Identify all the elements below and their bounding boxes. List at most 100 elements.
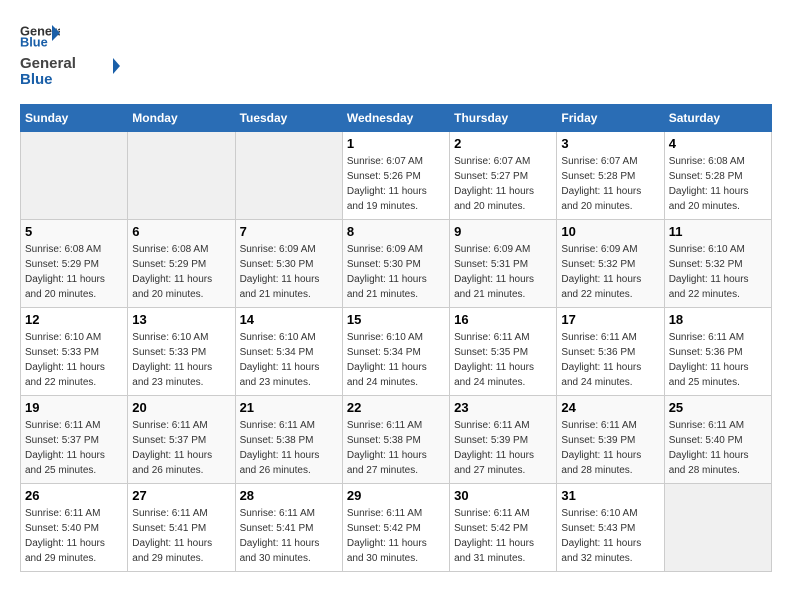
day-info: Sunrise: 6:11 AM Sunset: 5:41 PM Dayligh… <box>240 506 338 566</box>
day-number: 8 <box>347 224 445 239</box>
day-cell: 30 Sunrise: 6:11 AM Sunset: 5:42 PM Dayli… <box>450 484 557 572</box>
day-cell <box>21 132 128 220</box>
day-info: Sunrise: 6:11 AM Sunset: 5:35 PM Dayligh… <box>454 330 552 390</box>
day-info: Sunrise: 6:10 AM Sunset: 5:34 PM Dayligh… <box>240 330 338 390</box>
day-number: 12 <box>25 312 123 327</box>
day-info: Sunrise: 6:11 AM Sunset: 5:40 PM Dayligh… <box>669 418 767 478</box>
day-cell: 5Sunrise: 6:08 AM Sunset: 5:29 PM Daylig… <box>21 220 128 308</box>
logo-icon: General Blue <box>20 20 60 50</box>
day-info: Sunrise: 6:11 AM Sunset: 5:39 PM Dayligh… <box>561 418 659 478</box>
day-cell: 14 Sunrise: 6:10 AM Sunset: 5:34 PM Dayli… <box>235 308 342 396</box>
day-number: 30 <box>454 488 552 503</box>
day-number: 20 <box>132 400 230 415</box>
day-number: 27 <box>132 488 230 503</box>
week-row-3: 12 Sunrise: 6:10 AM Sunset: 5:33 PM Dayli… <box>21 308 772 396</box>
day-number: 10 <box>561 224 659 239</box>
day-info: Sunrise: 6:11 AM Sunset: 5:42 PM Dayligh… <box>347 506 445 566</box>
day-cell: 2 Sunrise: 6:07 AM Sunset: 5:27 PM Daylig… <box>450 132 557 220</box>
day-info: Sunrise: 6:07 AM Sunset: 5:27 PM Dayligh… <box>454 154 552 214</box>
day-cell: 11Sunrise: 6:10 AM Sunset: 5:32 PM Dayli… <box>664 220 771 308</box>
header-sunday: Sunday <box>21 105 128 132</box>
day-cell: 12 Sunrise: 6:10 AM Sunset: 5:33 PM Dayli… <box>21 308 128 396</box>
day-cell: 31Sunrise: 6:10 AM Sunset: 5:43 PM Dayli… <box>557 484 664 572</box>
day-info: Sunrise: 6:11 AM Sunset: 5:40 PM Dayligh… <box>25 506 123 566</box>
day-number: 29 <box>347 488 445 503</box>
day-info: Sunrise: 6:09 AM Sunset: 5:31 PM Dayligh… <box>454 242 552 302</box>
day-number: 11 <box>669 224 767 239</box>
day-cell: 26 Sunrise: 6:11 AM Sunset: 5:40 PM Dayli… <box>21 484 128 572</box>
day-number: 15 <box>347 312 445 327</box>
day-number: 26 <box>25 488 123 503</box>
day-cell: 16Sunrise: 6:11 AM Sunset: 5:35 PM Dayli… <box>450 308 557 396</box>
day-cell: 20 Sunrise: 6:11 AM Sunset: 5:37 PM Dayli… <box>128 396 235 484</box>
day-cell: 4 Sunrise: 6:08 AM Sunset: 5:28 PM Daylig… <box>664 132 771 220</box>
day-info: Sunrise: 6:09 AM Sunset: 5:32 PM Dayligh… <box>561 242 659 302</box>
day-cell: 23 Sunrise: 6:11 AM Sunset: 5:39 PM Dayli… <box>450 396 557 484</box>
day-number: 21 <box>240 400 338 415</box>
day-number: 28 <box>240 488 338 503</box>
day-number: 9 <box>454 224 552 239</box>
day-info: Sunrise: 6:11 AM Sunset: 5:36 PM Dayligh… <box>561 330 659 390</box>
day-info: Sunrise: 6:10 AM Sunset: 5:33 PM Dayligh… <box>25 330 123 390</box>
day-cell: 6Sunrise: 6:08 AM Sunset: 5:29 PM Daylig… <box>128 220 235 308</box>
day-number: 24 <box>561 400 659 415</box>
week-row-5: 26 Sunrise: 6:11 AM Sunset: 5:40 PM Dayli… <box>21 484 772 572</box>
header-monday: Monday <box>128 105 235 132</box>
day-info: Sunrise: 6:07 AM Sunset: 5:26 PM Dayligh… <box>347 154 445 214</box>
day-info: Sunrise: 6:08 AM Sunset: 5:28 PM Dayligh… <box>669 154 767 214</box>
week-row-1: 1 Sunrise: 6:07 AM Sunset: 5:26 PM Daylig… <box>21 132 772 220</box>
logo-svg: General Blue <box>20 50 120 88</box>
header-wednesday: Wednesday <box>342 105 449 132</box>
header-row: SundayMondayTuesdayWednesdayThursdayFrid… <box>21 105 772 132</box>
day-cell: 21 Sunrise: 6:11 AM Sunset: 5:38 PM Dayli… <box>235 396 342 484</box>
day-info: Sunrise: 6:10 AM Sunset: 5:34 PM Dayligh… <box>347 330 445 390</box>
day-cell: 1 Sunrise: 6:07 AM Sunset: 5:26 PM Daylig… <box>342 132 449 220</box>
day-cell: 10 Sunrise: 6:09 AM Sunset: 5:32 PM Dayli… <box>557 220 664 308</box>
day-number: 17 <box>561 312 659 327</box>
day-cell: 29 Sunrise: 6:11 AM Sunset: 5:42 PM Dayli… <box>342 484 449 572</box>
header-saturday: Saturday <box>664 105 771 132</box>
header-tuesday: Tuesday <box>235 105 342 132</box>
day-number: 2 <box>454 136 552 151</box>
day-info: Sunrise: 6:11 AM Sunset: 5:42 PM Dayligh… <box>454 506 552 566</box>
day-info: Sunrise: 6:08 AM Sunset: 5:29 PM Dayligh… <box>25 242 123 302</box>
day-cell: 9 Sunrise: 6:09 AM Sunset: 5:31 PM Daylig… <box>450 220 557 308</box>
day-cell: 3 Sunrise: 6:07 AM Sunset: 5:28 PM Daylig… <box>557 132 664 220</box>
day-number: 23 <box>454 400 552 415</box>
header-thursday: Thursday <box>450 105 557 132</box>
day-info: Sunrise: 6:10 AM Sunset: 5:33 PM Dayligh… <box>132 330 230 390</box>
day-info: Sunrise: 6:11 AM Sunset: 5:37 PM Dayligh… <box>132 418 230 478</box>
day-number: 3 <box>561 136 659 151</box>
day-info: Sunrise: 6:07 AM Sunset: 5:28 PM Dayligh… <box>561 154 659 214</box>
svg-text:Blue: Blue <box>20 35 48 50</box>
header-friday: Friday <box>557 105 664 132</box>
week-row-2: 5Sunrise: 6:08 AM Sunset: 5:29 PM Daylig… <box>21 220 772 308</box>
calendar-table: SundayMondayTuesdayWednesdayThursdayFrid… <box>20 104 772 572</box>
day-info: Sunrise: 6:11 AM Sunset: 5:38 PM Dayligh… <box>240 418 338 478</box>
day-number: 19 <box>25 400 123 415</box>
day-cell <box>128 132 235 220</box>
day-number: 25 <box>669 400 767 415</box>
day-info: Sunrise: 6:11 AM Sunset: 5:39 PM Dayligh… <box>454 418 552 478</box>
day-cell: 7Sunrise: 6:09 AM Sunset: 5:30 PM Daylig… <box>235 220 342 308</box>
page-header: General Blue General Blue <box>20 20 772 88</box>
day-number: 4 <box>669 136 767 151</box>
day-cell: 24 Sunrise: 6:11 AM Sunset: 5:39 PM Dayli… <box>557 396 664 484</box>
day-cell: 15 Sunrise: 6:10 AM Sunset: 5:34 PM Dayli… <box>342 308 449 396</box>
logo: General Blue General Blue <box>20 20 120 88</box>
day-number: 14 <box>240 312 338 327</box>
day-cell <box>235 132 342 220</box>
day-number: 1 <box>347 136 445 151</box>
svg-text:General: General <box>20 55 76 72</box>
day-cell: 28 Sunrise: 6:11 AM Sunset: 5:41 PM Dayli… <box>235 484 342 572</box>
svg-text:Blue: Blue <box>20 71 53 88</box>
day-info: Sunrise: 6:11 AM Sunset: 5:37 PM Dayligh… <box>25 418 123 478</box>
day-cell: 22Sunrise: 6:11 AM Sunset: 5:38 PM Dayli… <box>342 396 449 484</box>
day-cell <box>664 484 771 572</box>
day-cell: 18Sunrise: 6:11 AM Sunset: 5:36 PM Dayli… <box>664 308 771 396</box>
day-cell: 17 Sunrise: 6:11 AM Sunset: 5:36 PM Dayli… <box>557 308 664 396</box>
day-cell: 25 Sunrise: 6:11 AM Sunset: 5:40 PM Dayli… <box>664 396 771 484</box>
day-cell: 8Sunrise: 6:09 AM Sunset: 5:30 PM Daylig… <box>342 220 449 308</box>
day-number: 7 <box>240 224 338 239</box>
day-info: Sunrise: 6:11 AM Sunset: 5:36 PM Dayligh… <box>669 330 767 390</box>
